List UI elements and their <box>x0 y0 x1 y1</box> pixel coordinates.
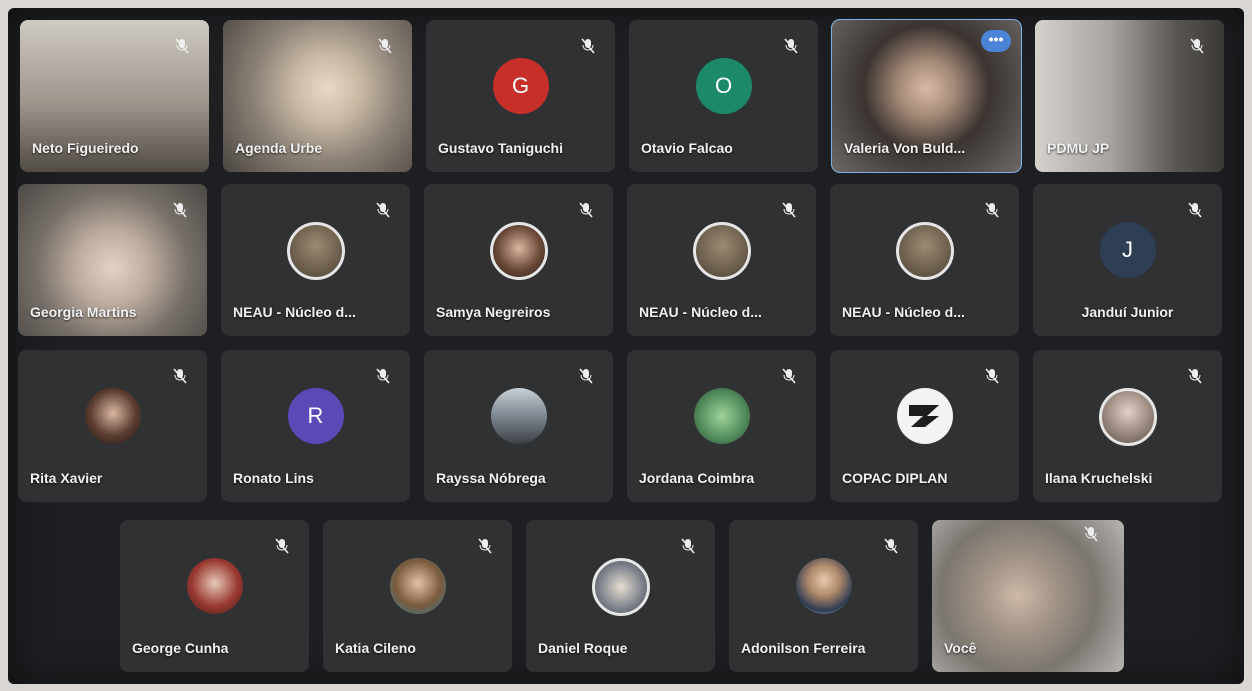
mic-off-icon <box>1084 526 1098 542</box>
participant-tile[interactable]: NEAU - Núcleo d... <box>221 184 410 336</box>
participant-tile[interactable]: Adonilson Ferreira <box>729 520 918 672</box>
mic-off-icon <box>579 202 593 218</box>
participant-name: Samya Negreiros <box>436 304 551 320</box>
avatar <box>1098 388 1157 446</box>
participant-tile[interactable]: Samya Negreiros <box>424 184 613 336</box>
participant-tile[interactable]: Jordana Coimbra <box>627 350 816 502</box>
participant-name: Rita Xavier <box>30 470 103 486</box>
meeting-grid: Neto Figueiredo Agenda Urbe G Gustavo Ta… <box>8 8 1244 684</box>
participant-name: Ronato Lins <box>233 470 314 486</box>
avatar <box>84 388 141 444</box>
mic-off-icon <box>478 538 492 554</box>
mic-off-icon <box>681 538 695 554</box>
participant-name: Neto Figueiredo <box>32 140 139 156</box>
mic-off-icon <box>579 368 593 384</box>
participant-name: Agenda Urbe <box>235 140 323 156</box>
participant-name: NEAU - Núcleo d... <box>842 304 965 320</box>
more-options-icon[interactable]: ••• <box>981 30 1011 52</box>
participant-row-2: Georgia Martins NEAU - Núcleo d... Samya… <box>18 184 1236 336</box>
participant-tile[interactable]: Rita Xavier <box>18 350 207 502</box>
participant-name: George Cunha <box>132 640 229 656</box>
participant-tile[interactable]: NEAU - Núcleo d... <box>830 184 1019 336</box>
participant-tile[interactable]: PDMU JP <box>1035 20 1224 172</box>
avatar: O <box>695 58 752 114</box>
avatar: R <box>287 388 344 444</box>
participant-tile-self[interactable]: Você <box>932 520 1124 672</box>
participant-row-4: George Cunha Katia Cileno Daniel Roque A… <box>120 520 1138 672</box>
avatar: J <box>1099 222 1156 278</box>
avatar <box>591 558 650 616</box>
logo-mark <box>908 405 939 427</box>
participant-name: PDMU JP <box>1047 140 1110 156</box>
mic-off-icon <box>884 538 898 554</box>
participant-tile[interactable]: G Gustavo Taniguchi <box>426 20 615 172</box>
mic-off-icon <box>1190 38 1204 54</box>
mic-off-icon <box>782 202 796 218</box>
participant-tile[interactable]: Georgia Martins <box>18 184 207 336</box>
participant-tile[interactable]: Neto Figueiredo <box>20 20 209 172</box>
participant-name: Valeria Von Buld... <box>844 140 966 156</box>
participant-tile[interactable]: George Cunha <box>120 520 309 672</box>
participant-name: Janduí Junior <box>1081 304 1174 320</box>
participant-tile[interactable]: Katia Cileno <box>323 520 512 672</box>
participant-tile[interactable]: Rayssa Nóbrega <box>424 350 613 502</box>
avatar <box>692 222 751 280</box>
participant-tile[interactable]: J Janduí Junior <box>1033 184 1222 336</box>
participant-name: Você <box>944 640 977 656</box>
avatar <box>895 222 954 280</box>
mic-off-icon <box>985 368 999 384</box>
participant-tile[interactable]: R Ronato Lins <box>221 350 410 502</box>
mic-off-icon <box>784 38 798 54</box>
avatar <box>389 558 446 614</box>
participant-name: Otavio Falcao <box>641 140 733 156</box>
participant-tile[interactable]: COPAC DIPLAN <box>830 350 1019 502</box>
avatar <box>795 558 852 614</box>
mic-off-icon <box>376 368 390 384</box>
participant-name: Ilana Kruchelski <box>1045 470 1153 486</box>
mic-off-icon <box>782 368 796 384</box>
participant-name: Katia Cileno <box>335 640 416 656</box>
participant-tile[interactable]: ••• Valeria Von Buld... <box>831 19 1022 173</box>
participant-row-1: Neto Figueiredo Agenda Urbe G Gustavo Ta… <box>20 19 1238 173</box>
participant-name: NEAU - Núcleo d... <box>639 304 762 320</box>
mic-off-icon <box>1188 368 1202 384</box>
avatar: G <box>492 58 549 114</box>
mic-off-icon <box>173 202 187 218</box>
participant-name: Daniel Roque <box>538 640 628 656</box>
avatar <box>490 388 547 444</box>
copac-logo-icon <box>896 388 953 444</box>
participant-name: Gustavo Taniguchi <box>438 140 563 156</box>
participant-tile[interactable]: Ilana Kruchelski <box>1033 350 1222 502</box>
mic-off-icon <box>175 38 189 54</box>
participant-tile[interactable]: NEAU - Núcleo d... <box>627 184 816 336</box>
participant-name: Rayssa Nóbrega <box>436 470 546 486</box>
avatar <box>693 388 750 444</box>
participant-name: COPAC DIPLAN <box>842 470 948 486</box>
participant-name: Georgia Martins <box>30 304 137 320</box>
avatar <box>286 222 345 280</box>
mic-off-icon <box>376 202 390 218</box>
participant-name: Jordana Coimbra <box>639 470 755 486</box>
mic-off-icon <box>275 538 289 554</box>
participant-name: Adonilson Ferreira <box>741 640 866 656</box>
mic-off-icon <box>378 38 392 54</box>
mic-off-icon <box>1188 202 1202 218</box>
mic-off-icon <box>985 202 999 218</box>
participant-tile[interactable]: Daniel Roque <box>526 520 715 672</box>
participant-tile[interactable]: O Otavio Falcao <box>629 20 818 172</box>
participant-name: NEAU - Núcleo d... <box>233 304 356 320</box>
mic-off-icon <box>173 368 187 384</box>
avatar <box>186 558 243 614</box>
participant-tile[interactable]: Agenda Urbe <box>223 20 412 172</box>
mic-off-icon <box>581 38 595 54</box>
avatar <box>489 222 548 280</box>
participant-row-3: Rita Xavier R Ronato Lins Rayssa Nóbrega… <box>18 350 1236 502</box>
